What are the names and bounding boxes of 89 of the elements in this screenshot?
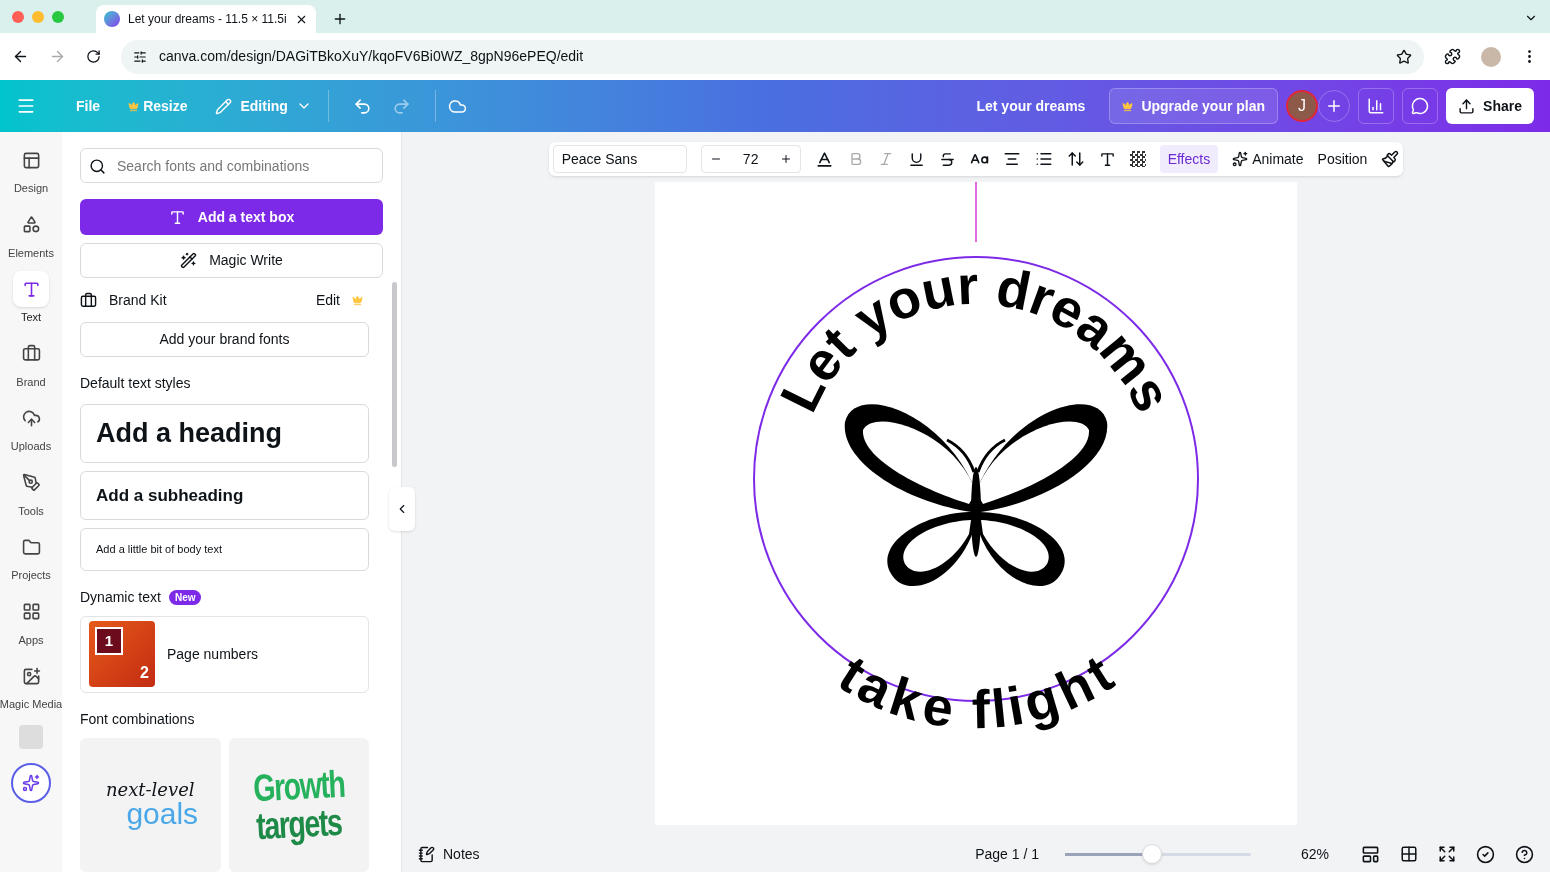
sidebar-tab[interactable]: Elements	[0, 204, 62, 263]
sidebar-tab[interactable]: Magic Media	[0, 656, 62, 715]
add-text-box-button[interactable]: Add a text box	[80, 199, 383, 235]
zoom-percentage[interactable]: 62%	[1300, 843, 1329, 865]
new-badge: New	[168, 590, 202, 606]
help-icon[interactable]	[1515, 844, 1534, 864]
insights-button[interactable]	[1358, 88, 1395, 124]
notes-button[interactable]: Notes	[418, 843, 480, 865]
search-field[interactable]: Search fonts and combinations	[80, 148, 383, 184]
text-style-button[interactable]: Add a subheading	[80, 471, 369, 521]
fullscreen-icon[interactable]	[1438, 845, 1456, 863]
layout-icon	[21, 150, 41, 170]
shapes-icon	[21, 215, 41, 234]
magic-wand-icon	[180, 252, 198, 270]
search-icon	[89, 158, 106, 175]
upload-icon	[1458, 97, 1476, 115]
align-center-icon[interactable]	[1002, 150, 1021, 168]
copy-style-icon[interactable]	[1381, 150, 1400, 168]
effects-button[interactable]: Effects	[1159, 145, 1219, 173]
magic-assistant-button[interactable]	[11, 762, 51, 803]
sidebar-tab[interactable]: Apps	[0, 591, 62, 650]
position-button[interactable]: Position	[1317, 148, 1368, 170]
pencil-icon	[215, 97, 233, 115]
font-family-dropdown[interactable]: Peace Sans	[552, 145, 687, 173]
address-bar[interactable]: canva.com/design/DAGiTBkoXuY/kqoFV6Bi0WZ_8gpN96ePEQ/edit	[121, 39, 1424, 74]
list-icon[interactable]	[1034, 150, 1053, 168]
strikethrough-icon[interactable]	[938, 150, 956, 168]
sidebar-tab[interactable]: Projects	[0, 527, 62, 586]
spacing-icon[interactable]	[1066, 150, 1085, 168]
plus-icon[interactable]	[779, 153, 792, 165]
sidebar-tab[interactable]: Tools	[0, 462, 62, 521]
undo-icon[interactable]	[352, 96, 372, 116]
transparency-icon[interactable]	[1129, 151, 1146, 167]
edit-link[interactable]: Edit	[315, 290, 340, 312]
sidebar-tab[interactable]: Text	[0, 269, 62, 328]
text-color-icon[interactable]	[814, 149, 834, 169]
user-avatar[interactable]: J	[1286, 90, 1319, 122]
sidebar-tab[interactable]: Uploads	[0, 398, 62, 457]
animate-icon	[1232, 151, 1249, 167]
brand-kit-label: Brand Kit	[109, 291, 168, 311]
page-view-icon[interactable]	[1361, 844, 1380, 864]
font-combination-card[interactable]: next-level goals	[80, 737, 221, 872]
design-title[interactable]: Let your dreams	[976, 95, 1086, 117]
grid-icon	[21, 602, 41, 621]
crown-icon	[128, 100, 140, 112]
browser-tab[interactable]: Let your dreams - 11.5 × 11.5i	[96, 5, 316, 33]
grid-view-icon[interactable]	[1400, 845, 1418, 863]
text-settings-icon[interactable]	[1098, 150, 1116, 168]
sidebar-tab[interactable]: Brand	[0, 333, 62, 392]
new-tab-icon[interactable]	[332, 11, 348, 27]
folder-icon	[21, 537, 41, 557]
page-numbers-thumbnail: 1 2	[89, 621, 155, 688]
sidebar-tab[interactable]: Design	[0, 140, 62, 199]
pen-icon	[21, 473, 41, 492]
text-icon	[21, 279, 41, 299]
brand-kit-icon	[80, 292, 97, 310]
comments-button[interactable]	[1402, 88, 1439, 124]
text-style-button[interactable]: Add a little bit of body text	[80, 528, 369, 572]
magic-write-button[interactable]: Magic Write	[80, 242, 383, 279]
add-brand-fonts-button[interactable]: Add your brand fonts	[80, 322, 369, 358]
text-style-button[interactable]: Add a heading	[80, 404, 369, 464]
sparkle-icon	[22, 773, 40, 792]
font-combination-card[interactable]: Growth targets	[228, 737, 369, 872]
crown-icon	[352, 295, 363, 307]
section-title: Font combinations	[80, 709, 196, 729]
section-title: Default text styles	[80, 374, 192, 394]
reload-icon[interactable]	[86, 49, 101, 64]
site-logo-icon	[104, 11, 120, 27]
share-button[interactable]: Share	[1446, 88, 1534, 124]
back-icon[interactable]	[12, 48, 29, 65]
text-icon	[168, 208, 186, 226]
page-numbers-card[interactable]: 1 2 Page numbers	[80, 616, 369, 693]
bar-chart-icon	[1367, 97, 1386, 115]
image-icon	[21, 666, 41, 686]
page-indicator[interactable]: Page 1 / 1	[975, 843, 1039, 865]
font-size-control[interactable]: 72	[700, 145, 801, 173]
notes-icon	[418, 845, 435, 863]
section-title: Dynamic text	[80, 588, 161, 608]
bookmark-star-icon[interactable]	[1396, 48, 1412, 65]
extensions-icon[interactable]	[1444, 48, 1461, 65]
site-settings-icon[interactable]	[133, 49, 147, 64]
briefcase-icon	[21, 344, 41, 363]
upgrade-button[interactable]: Upgrade your plan	[1109, 88, 1279, 124]
comment-icon	[1411, 97, 1430, 115]
cloud-upload-icon	[21, 408, 41, 428]
underline-icon[interactable]	[907, 150, 925, 168]
check-icon[interactable]	[1476, 844, 1495, 864]
animate-button[interactable]: Animate	[1232, 148, 1304, 170]
crown-icon	[1122, 100, 1134, 112]
